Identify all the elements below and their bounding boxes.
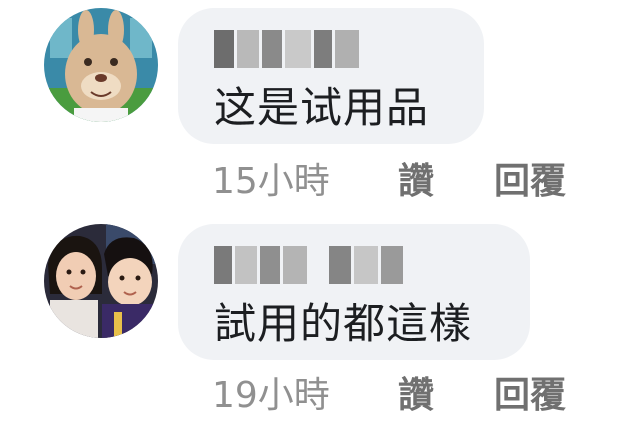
comment-text: 試用的都這樣 [214,299,473,348]
comment-bubble: 这是试用品 [178,8,484,144]
avatar[interactable] [44,224,158,338]
like-button[interactable]: 讚 [398,366,434,418]
commenter-name-blurred[interactable] [214,246,403,284]
like-button[interactable]: 讚 [398,152,434,204]
comment-bubble: 試用的都這樣 [178,224,530,360]
reply-button[interactable]: 回覆 [494,366,566,418]
comment-timestamp: 19小時 [212,375,330,416]
comment-text: 这是试用品 [214,83,430,132]
comment-timestamp: 15小時 [212,161,330,202]
reply-button[interactable]: 回覆 [494,152,566,204]
commenter-name-blurred[interactable] [214,30,359,68]
avatar[interactable] [44,8,158,122]
